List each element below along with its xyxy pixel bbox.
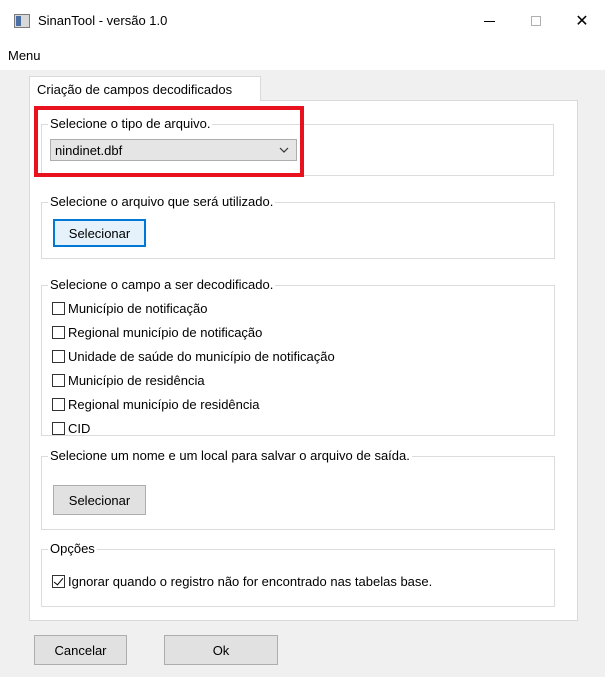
options-legend: Opções	[48, 541, 97, 557]
minimize-icon	[483, 20, 495, 22]
options-group: Opções Ignorar quando o registro não for…	[41, 541, 555, 607]
file-type-selected-value: nindinet.dbf	[55, 143, 123, 158]
app-icon	[14, 14, 30, 28]
select-input-file-button[interactable]: Selecionar	[53, 219, 146, 247]
maximize-icon	[531, 16, 541, 26]
file-type-legend: Selecione o tipo de arquivo.	[48, 116, 213, 132]
field-checkbox-row[interactable]: CID	[52, 419, 90, 437]
chevron-down-icon	[279, 147, 289, 153]
output-file-group: Selecione um nome e um local para salvar…	[41, 448, 555, 530]
field-checkbox-row[interactable]: Município de notificação	[52, 299, 207, 317]
ignore-missing-row[interactable]: Ignorar quando o registro não for encont…	[52, 572, 432, 590]
input-file-group: Selecione o arquivo que será utilizado. …	[41, 194, 555, 259]
maximize-button[interactable]	[513, 0, 559, 42]
ok-button[interactable]: Ok	[164, 635, 278, 665]
ignore-missing-checkbox[interactable]	[52, 574, 65, 588]
cancel-button[interactable]: Cancelar	[34, 635, 127, 665]
input-file-legend: Selecione o arquivo que será utilizado.	[48, 194, 276, 210]
field-checkbox-label: CID	[68, 420, 91, 436]
field-checkbox[interactable]	[52, 325, 65, 339]
field-checkbox[interactable]	[52, 373, 65, 387]
field-checkbox-row[interactable]: Regional município de residência	[52, 395, 260, 413]
file-type-select[interactable]: nindinet.dbf	[50, 139, 297, 161]
menu-item-menu[interactable]: Menu	[8, 48, 41, 64]
field-checkbox-row[interactable]: Unidade de saúde do município de notific…	[52, 347, 335, 365]
field-checkbox-row[interactable]: Município de residência	[52, 371, 205, 389]
field-checkbox-label: Regional município de notificação	[68, 324, 263, 340]
field-checkbox-label: Unidade de saúde do município de notific…	[68, 348, 335, 364]
close-button[interactable]: ✕	[559, 0, 605, 42]
menu-bar: Menu	[0, 42, 605, 70]
field-checkbox-row[interactable]: Regional município de notificação	[52, 323, 262, 341]
fields-legend: Selecione o campo a ser decodificado.	[48, 277, 276, 293]
title-bar: SinanTool - versão 1.0 ✕	[0, 0, 605, 42]
tab-panel: Selecione o tipo de arquivo. nindinet.db…	[29, 100, 578, 621]
window-title: SinanTool - versão 1.0	[38, 13, 168, 28]
field-checkbox[interactable]	[52, 301, 65, 315]
field-checkbox[interactable]	[52, 421, 65, 435]
field-checkbox-label: Município de residência	[68, 372, 205, 388]
fields-group: Selecione o campo a ser decodificado. Mu…	[41, 277, 555, 437]
close-icon: ✕	[575, 13, 589, 30]
tab-label: Criação de campos decodificados	[37, 82, 233, 97]
select-output-file-button[interactable]: Selecionar	[53, 485, 146, 515]
output-file-legend: Selecione um nome e um local para salvar…	[48, 448, 412, 464]
field-checkbox-label: Regional município de residência	[68, 396, 260, 412]
field-checkbox-label: Município de notificação	[68, 300, 208, 316]
ignore-missing-label: Ignorar quando o registro não for encont…	[68, 573, 433, 589]
minimize-button[interactable]	[466, 0, 512, 42]
file-type-group: Selecione o tipo de arquivo. nindinet.db…	[41, 116, 554, 176]
tab-decoded-fields[interactable]: Criação de campos decodificados	[29, 76, 261, 101]
field-checkbox[interactable]	[52, 349, 65, 363]
field-checkbox[interactable]	[52, 397, 65, 411]
